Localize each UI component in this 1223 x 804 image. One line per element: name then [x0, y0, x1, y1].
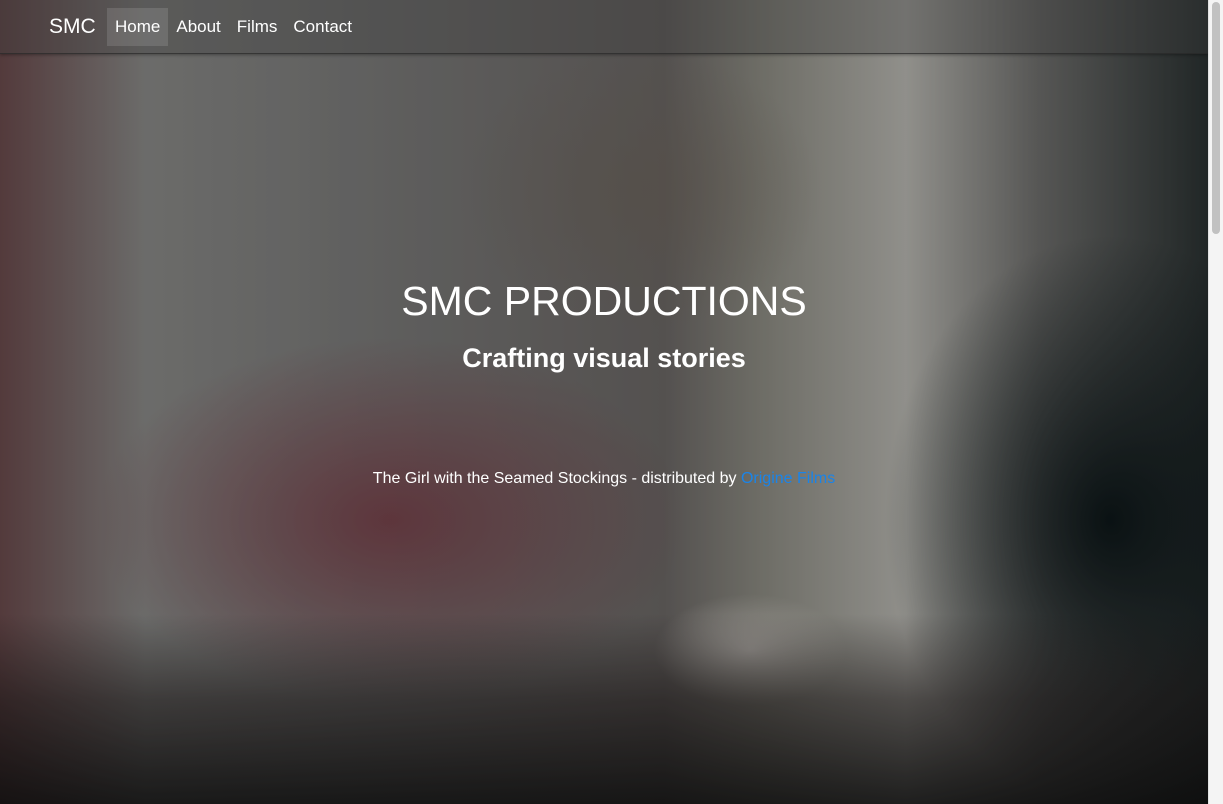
nav-menu: Home About Films Contact — [107, 8, 360, 46]
navbar: SMC Home About Films Contact — [0, 0, 1208, 54]
hero-subtitle: Crafting visual stories — [462, 343, 746, 373]
hero-title: SMC PRODUCTIONS — [401, 278, 807, 324]
brand-logo-link[interactable]: SMC — [49, 15, 96, 39]
film-credit-text: The Girl with the Seamed Stockings - dis… — [372, 470, 741, 487]
hero-background-image — [0, 0, 1208, 804]
nav-item-home[interactable]: Home — [107, 8, 169, 46]
page: SMC Home About Films Contact SMC PRODUCT… — [0, 0, 1223, 804]
nav-item-films[interactable]: Films — [229, 8, 286, 46]
vertical-scrollbar[interactable] — [1208, 0, 1223, 804]
nav-item-about[interactable]: About — [168, 8, 228, 46]
distributor-link[interactable]: Origine Films — [741, 470, 835, 487]
scrollbar-thumb[interactable] — [1212, 2, 1220, 234]
nav-item-contact[interactable]: Contact — [285, 8, 360, 46]
film-credit: The Girl with the Seamed Stockings - dis… — [0, 469, 1208, 489]
